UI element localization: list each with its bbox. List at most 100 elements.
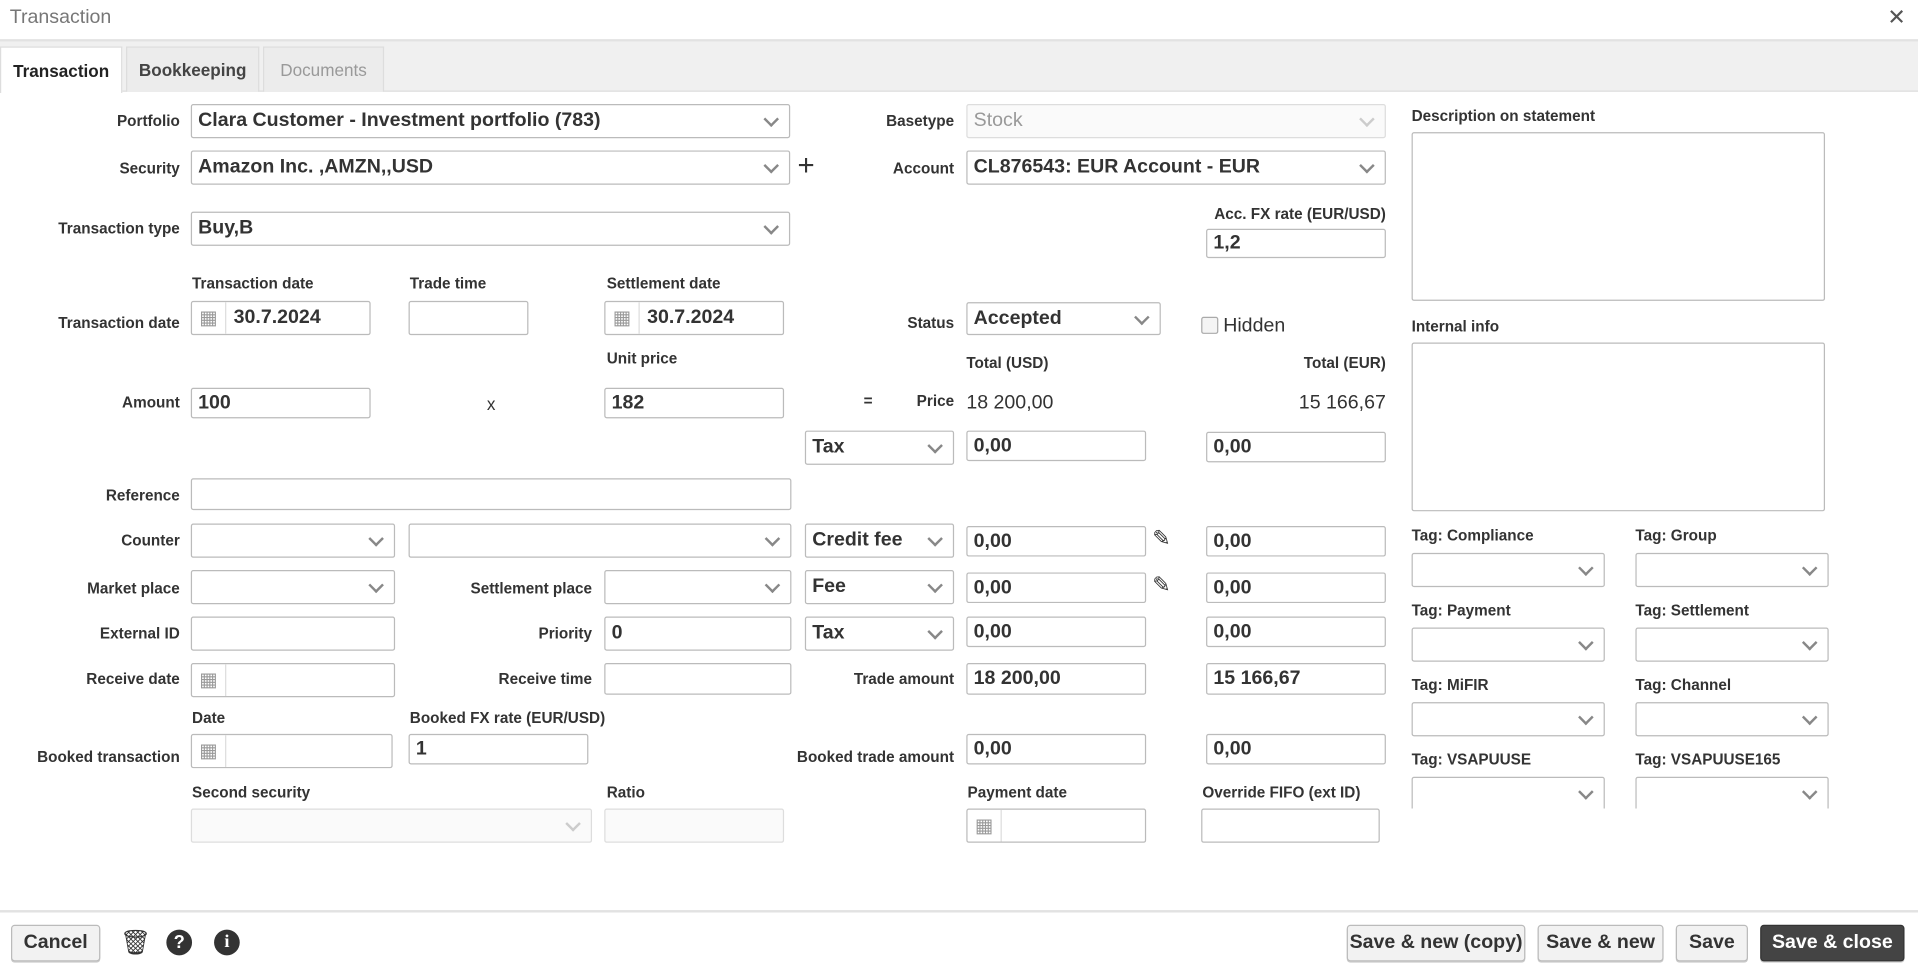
transaction-date-input[interactable]: ▦ 30.7.2024 [190,300,371,336]
dialog-header [0,0,1918,42]
cost-eur-input[interactable]: 0,00 [1206,525,1386,557]
cost-type-select[interactable]: Fee [804,570,955,605]
settlement-place-select[interactable] [604,570,792,605]
calendar-icon[interactable]: ▦ [192,735,227,767]
booked-date-input[interactable]: ▦ [190,733,393,769]
reference-label: Reference [105,486,180,504]
status-value: Accepted [973,307,1062,329]
counter-label: Counter [121,532,180,550]
tag-mifir-select[interactable] [1411,702,1605,737]
tab-bookkeeping[interactable]: Bookkeeping [125,46,260,92]
save-button[interactable]: Save [1675,924,1748,962]
trash-icon[interactable]: 🗑 [120,927,151,958]
chevron-down-icon [1578,784,1594,800]
cost-usd-input[interactable]: 0,00 [966,572,1147,604]
tag-compliance-label: Tag: Compliance [1411,527,1534,545]
internal-info-textarea[interactable] [1411,342,1826,512]
acc-fx-rate-input[interactable]: 1,2 [1206,228,1386,259]
transaction-type-value: Buy,B [198,217,254,239]
cost-eur-input[interactable]: 0,00 [1206,572,1386,604]
transaction-type-select[interactable]: Buy,B [190,211,791,246]
close-icon[interactable]: ✕ [1887,5,1905,31]
unit-price-input[interactable]: 182 [604,387,785,419]
payment-date-input[interactable]: ▦ [966,808,1147,843]
external-id-input[interactable] [190,616,396,651]
portfolio-value: Clara Customer - Investment portfolio (7… [198,110,601,131]
account-select[interactable]: CL876543: EUR Account - EUR [966,150,1386,185]
receive-date-input[interactable]: ▦ [190,662,396,698]
save-close-button[interactable]: Save & close [1760,924,1905,962]
cost-eur-input[interactable]: 0,00 [1206,431,1386,463]
security-select[interactable]: Amazon Inc. ,AMZN,,USD [190,150,791,185]
status-label: Status [907,314,955,332]
trade-amount-label: Trade amount [853,670,955,688]
calendar-icon[interactable]: ▦ [192,302,227,334]
save-new-copy-button[interactable]: Save & new (copy) [1346,924,1526,962]
basetype-value: Stock [973,110,1023,131]
ratio-input [604,808,785,843]
portfolio-select[interactable]: Clara Customer - Investment portfolio (7… [190,103,791,139]
status-select[interactable]: Accepted [966,302,1161,336]
cost-type-value: Fee [812,576,846,597]
cost-usd-input[interactable]: 0,00 [966,525,1147,557]
counter-detail-select[interactable] [408,523,792,558]
receive-time-label: Receive time [498,670,593,688]
trade-time-input[interactable] [408,300,529,336]
chevron-down-icon [1801,784,1818,800]
info-icon[interactable]: i [214,929,240,956]
tag-vsapuuse-select[interactable] [1411,776,1605,809]
tag-compliance-select[interactable] [1411,552,1605,588]
acc-fx-rate-label: Acc. FX rate (EUR/USD) [1214,205,1386,223]
cost-type-value: Tax [812,436,845,458]
market-place-label: Market place [87,579,180,597]
booked-fx-input[interactable]: 1 [408,733,589,765]
cost-type-select[interactable]: Credit fee [804,523,955,558]
description-textarea[interactable] [1411,132,1826,301]
market-place-select[interactable] [190,570,396,605]
security-value: Amazon Inc. ,AMZN,,USD [198,156,434,178]
booked-trade-eur-input[interactable]: 0,00 [1206,733,1386,765]
calendar-icon[interactable]: ▦ [605,302,640,334]
tag-vsapuuse165-select[interactable] [1635,776,1829,809]
settlement-date-label: Settlement date [606,275,721,293]
amount-input[interactable]: 100 [190,387,371,419]
chevron-down-icon [763,219,780,235]
cost-usd-input[interactable]: 0,00 [966,430,1147,462]
cost-eur-input[interactable]: 0,00 [1206,616,1386,648]
cancel-button[interactable]: Cancel [11,924,101,962]
counter-select[interactable] [190,523,396,558]
tag-group-select[interactable] [1635,552,1829,588]
total-usd-label: Total (USD) [966,354,1049,372]
chevron-down-icon [1578,560,1594,576]
edit-icon[interactable]: ✎ [1152,526,1170,552]
override-fifo-input[interactable] [1201,808,1380,843]
tag-channel-select[interactable] [1635,702,1829,737]
price-eur: 15 166,67 [1298,392,1386,414]
edit-icon[interactable]: ✎ [1152,572,1170,598]
cost-type-value: Credit fee [812,529,903,551]
chevron-down-icon [1578,709,1594,726]
tab-transaction[interactable]: Transaction [0,46,123,93]
calendar-icon[interactable]: ▦ [192,664,227,697]
tag-settlement-select[interactable] [1635,627,1829,662]
chevron-down-icon [927,438,943,454]
tag-payment-select[interactable] [1411,627,1605,662]
unit-price-label: Unit price [606,349,678,367]
trade-amount-usd-input[interactable]: 18 200,00 [966,662,1147,695]
hidden-checkbox[interactable] [1201,316,1219,334]
transaction-type-label: Transaction type [58,220,180,238]
trade-amount-eur-input[interactable]: 15 166,67 [1206,662,1386,695]
cost-type-select[interactable]: Tax [804,430,955,465]
cost-type-select[interactable]: Tax [804,616,955,651]
booked-trade-usd-input[interactable]: 0,00 [966,733,1147,765]
reference-input[interactable] [190,478,792,511]
calendar-icon[interactable]: ▦ [968,809,1002,842]
help-icon[interactable]: ? [166,929,193,956]
tag-channel-label: Tag: Channel [1635,676,1732,694]
chevron-down-icon [1134,309,1150,326]
save-new-button[interactable]: Save & new [1537,924,1664,962]
cost-usd-input[interactable]: 0,00 [966,616,1147,648]
account-label: Account [892,160,955,178]
priority-input[interactable]: 0 [604,616,792,651]
portfolio-label: Portfolio [116,112,180,130]
